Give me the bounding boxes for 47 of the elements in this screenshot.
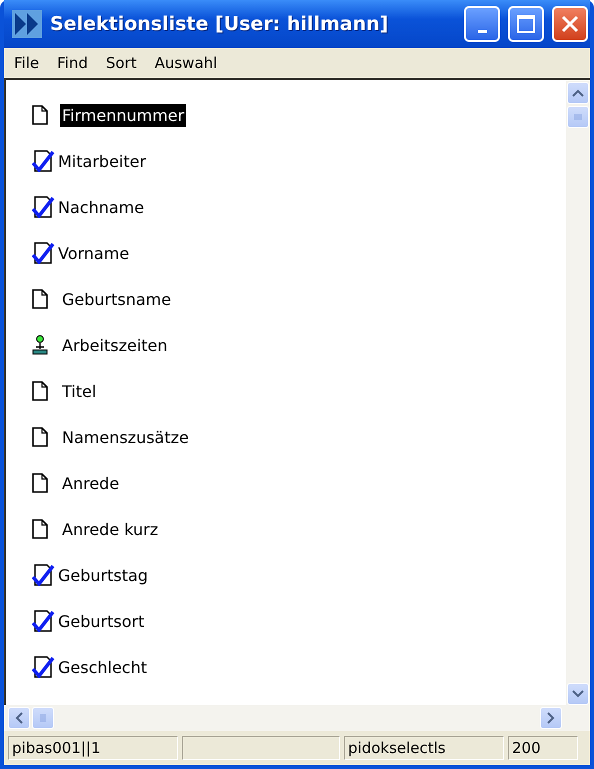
minimize-button[interactable] (464, 6, 500, 42)
list-item[interactable]: Firmennummer (60, 104, 186, 126)
app-icon (12, 10, 42, 38)
chevron-down-icon (572, 690, 584, 698)
scroll-down-button[interactable] (567, 683, 589, 705)
close-button[interactable] (552, 6, 588, 42)
document-icon (32, 519, 48, 539)
status-cell: pibas001||1 (8, 736, 178, 760)
maximize-button[interactable] (508, 6, 544, 42)
vertical-scrollbar[interactable] (566, 80, 590, 705)
close-icon (560, 14, 580, 34)
scroll-left-button[interactable] (8, 707, 30, 729)
list-item[interactable]: Nachname (56, 196, 146, 218)
menu-item[interactable]: Auswahl (154, 54, 218, 72)
list-item[interactable]: Namenszusätze (60, 426, 191, 448)
maximize-icon (516, 14, 536, 34)
status-cell: pidokselectls (344, 736, 504, 760)
menu-item[interactable]: File (14, 54, 40, 72)
list-item[interactable]: Geburtsname (60, 288, 174, 310)
document-icon (32, 289, 48, 309)
list-item[interactable]: Geburtsort (56, 610, 146, 632)
list-item[interactable]: Titel (60, 380, 98, 402)
list-item[interactable]: Mitarbeiter (56, 150, 148, 172)
document-icon (32, 381, 48, 401)
list-item[interactable]: Geburtstag (56, 564, 150, 586)
list-item[interactable]: Vorname (56, 242, 132, 264)
chevron-left-icon (15, 712, 23, 724)
menu-item[interactable]: Sort (106, 54, 137, 72)
scroll-thumb[interactable] (32, 707, 54, 729)
status-cell: 200 (508, 736, 578, 760)
list-item[interactable]: Anrede kurz (60, 518, 160, 540)
list-item[interactable]: Arbeitszeiten (60, 334, 170, 356)
list-item[interactable]: Anrede (60, 472, 122, 494)
scroll-thumb[interactable] (567, 106, 589, 128)
scroll-right-button[interactable] (540, 707, 562, 729)
minimize-icon (478, 30, 486, 32)
chevron-right-icon (547, 712, 555, 724)
window-title: Selektionsliste [User: hillmann] (50, 13, 390, 35)
scroll-up-button[interactable] (567, 82, 589, 104)
document-icon (32, 473, 48, 493)
horizontal-scrollbar[interactable] (4, 705, 590, 731)
list-item[interactable]: Geschlecht (56, 656, 150, 678)
person-icon (32, 335, 48, 355)
document-icon (32, 105, 48, 125)
chevron-up-icon (572, 89, 584, 97)
document-icon (32, 427, 48, 447)
menu-item[interactable]: Find (57, 54, 88, 72)
